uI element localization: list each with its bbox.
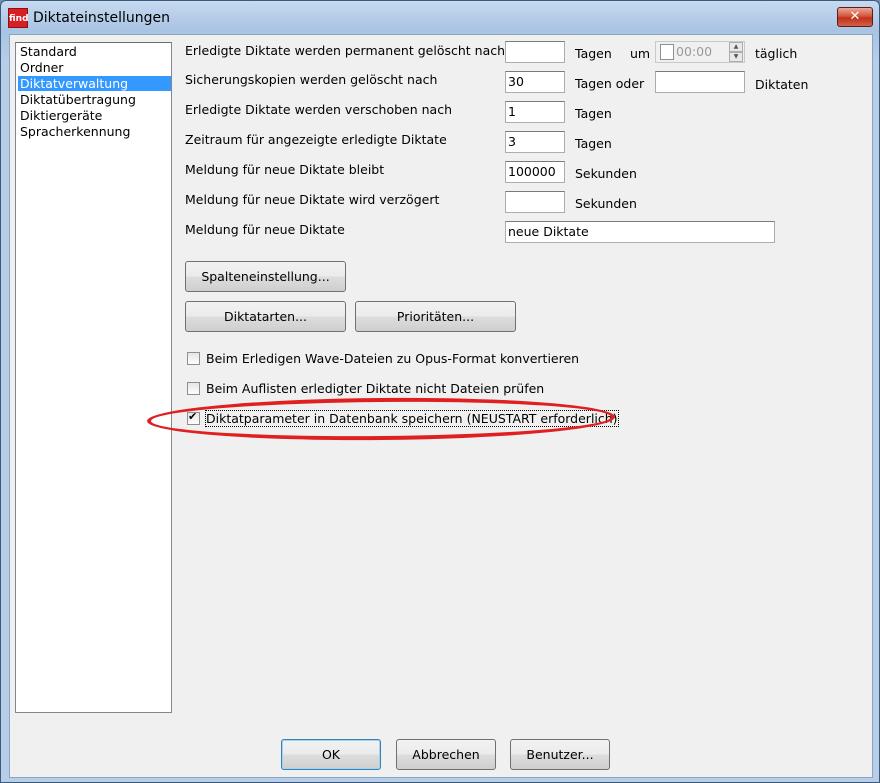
moved-after-unit: Tagen [575,106,612,121]
close-button[interactable]: ✕ [837,7,873,27]
deleted-permanent-days-input[interactable] [505,41,565,63]
app-logo-icon: find [8,8,29,28]
ok-button[interactable]: OK [281,739,381,770]
backup-days-unit: Tagen oder [575,76,645,91]
spin-up-icon[interactable]: ▲ [729,42,743,52]
dictation-types-button[interactable]: Diktatarten... [185,301,346,332]
backup-count-unit: Diktaten [755,77,809,92]
category-item-diktatuebertragung[interactable]: Diktatübertragung [18,92,138,107]
priorities-button[interactable]: Prioritäten... [355,301,516,332]
moved-after-label: Erledigte Diktate werden verschoben nach [185,102,453,117]
display-period-unit: Tagen [575,136,612,151]
backup-count-input[interactable] [655,71,745,93]
column-settings-button[interactable]: Spalteneinstellung... [185,261,346,292]
backup-days-input[interactable]: 30 [505,71,565,93]
notify-text-input[interactable]: neue Diktate [505,221,775,243]
cancel-button[interactable]: Abbrechen [396,739,496,770]
category-item-spracherkennung[interactable]: Spracherkennung [18,124,132,139]
notify-stays-input[interactable]: 100000 [505,161,565,183]
notify-delay-unit: Sekunden [575,196,637,211]
title-bar[interactable]: find Diktateinstellungen ✕ [1,1,879,34]
notify-delay-label: Meldung für neue Diktate wird verzögert [185,192,440,207]
moved-after-input[interactable]: 1 [505,101,565,123]
window-title: Diktateinstellungen [33,10,171,26]
notify-stays-label: Meldung für neue Diktate bleibt [185,162,385,177]
convert-opus-label[interactable]: Beim Erledigen Wave-Dateien zu Opus-Form… [206,351,579,366]
red-highlight-ellipse [146,395,616,443]
dialog-client-area: Standard Ordner Diktatverwaltung Diktatü… [9,34,873,778]
user-button[interactable]: Benutzer... [510,739,610,770]
skip-file-check-label[interactable]: Beim Auflisten erledigter Diktate nicht … [206,381,544,396]
notify-stays-unit: Sekunden [575,166,637,181]
category-item-standard[interactable]: Standard [18,44,79,59]
time-spinner[interactable]: ▲ ▼ [729,42,743,62]
time-at-label: um [630,46,651,61]
display-period-input[interactable]: 3 [505,131,565,153]
category-item-diktiergeraete[interactable]: Diktiergeräte [18,108,104,123]
category-list[interactable]: Standard Ordner Diktatverwaltung Diktatü… [15,42,172,713]
deleted-permanent-unit: Tagen [575,46,612,61]
spin-down-icon[interactable]: ▼ [729,52,743,62]
delete-time-checkbox[interactable] [660,44,674,60]
category-item-diktatverwaltung[interactable]: Diktatverwaltung [18,76,171,91]
notify-delay-input[interactable] [505,191,565,213]
skip-file-check-checkbox[interactable] [187,382,200,395]
backup-deleted-label: Sicherungskopien werden gelöscht nach [185,72,438,87]
display-period-label: Zeitraum für angezeigte erledigte Diktat… [185,132,447,147]
daily-label: täglich [755,46,798,61]
dialog-window: find Diktateinstellungen ✕ Standard Ordn… [0,0,880,783]
category-item-ordner[interactable]: Ordner [18,60,65,75]
convert-opus-checkbox[interactable] [187,352,200,365]
notify-text-label: Meldung für neue Diktate [185,222,345,237]
deleted-permanent-label: Erledigte Diktate werden permanent gelös… [185,43,510,58]
